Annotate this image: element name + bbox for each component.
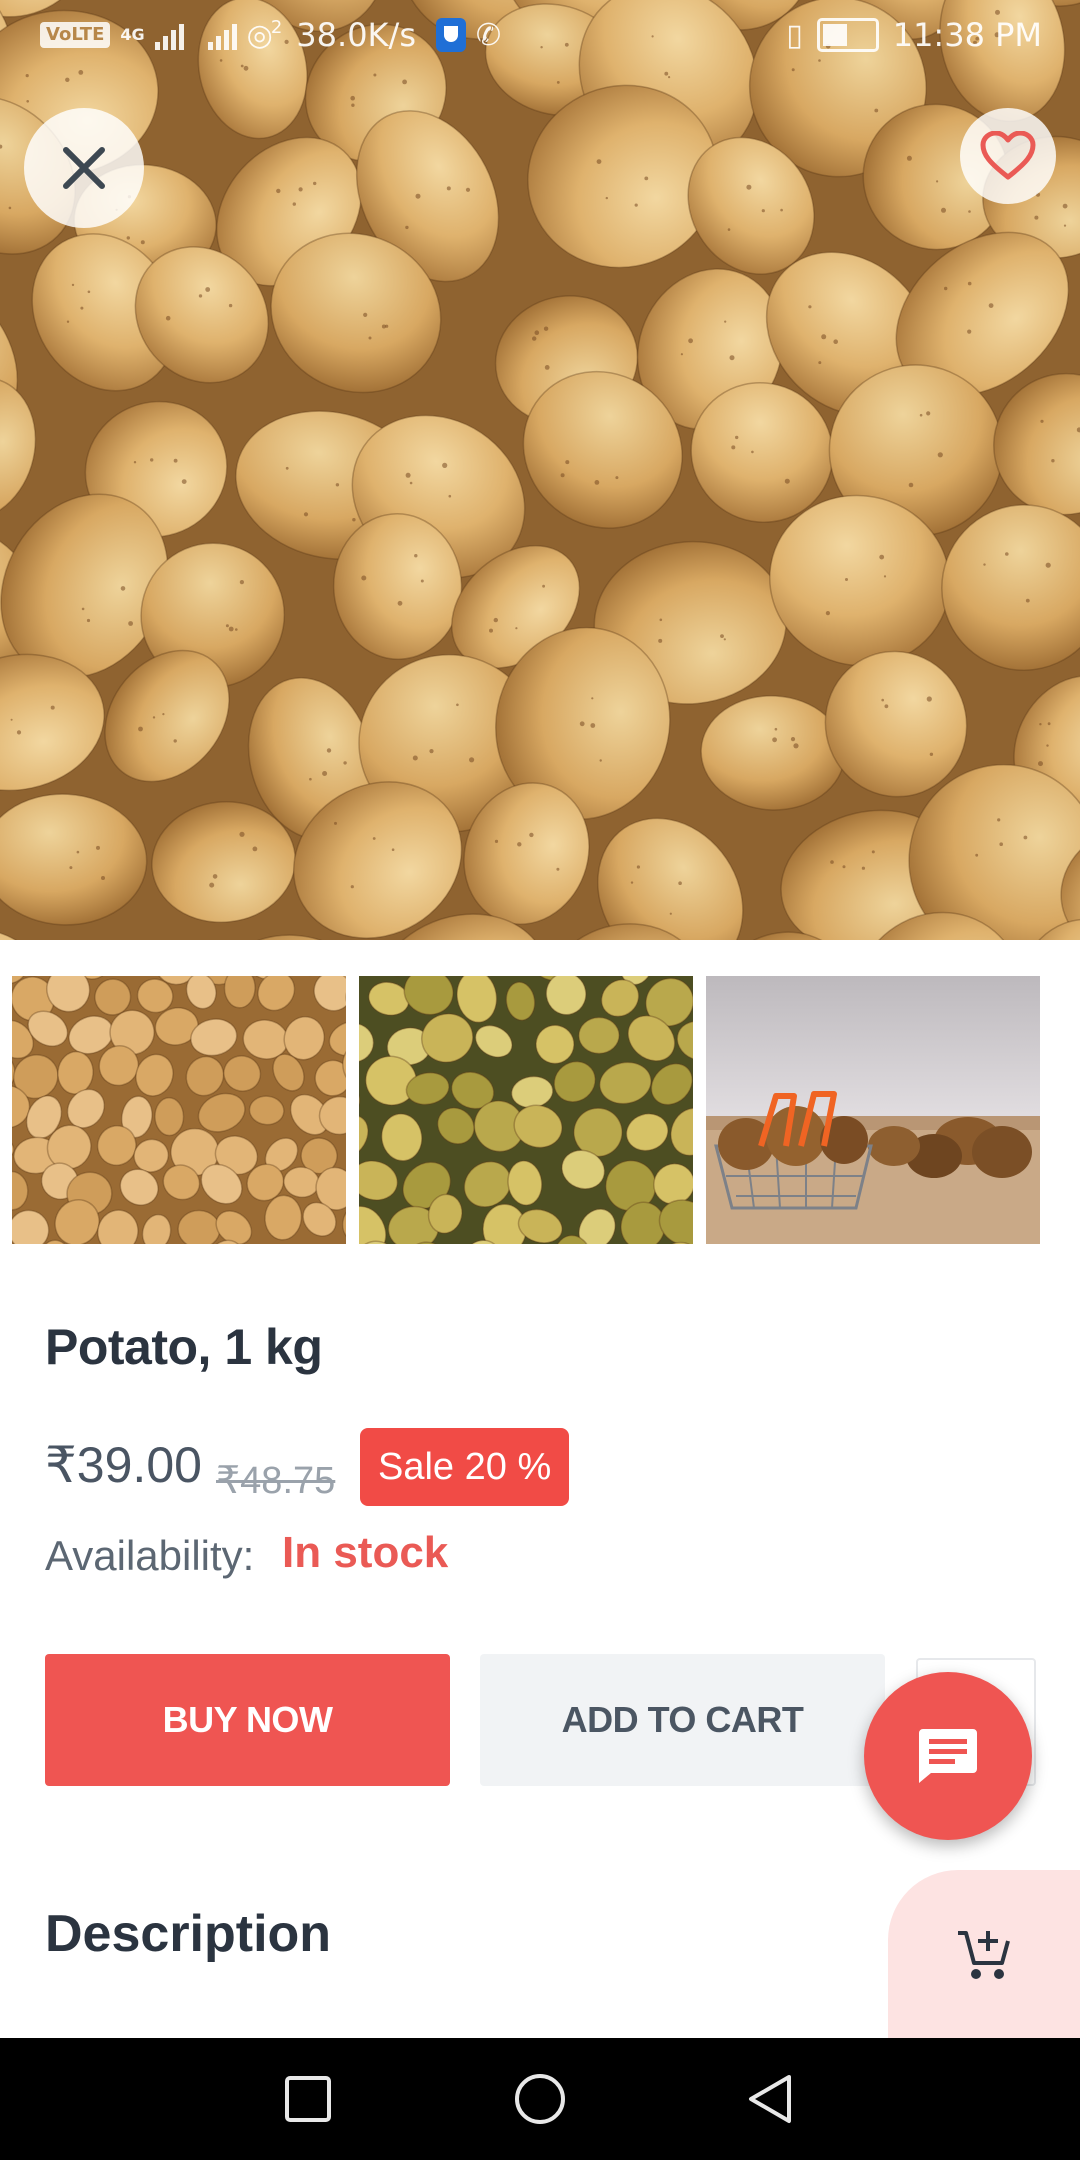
close-button[interactable] [24,108,144,228]
chat-button[interactable] [864,1672,1032,1840]
thumbnail-potatoes-yellow [12,976,346,1244]
chat-icon [919,1729,977,1783]
add-to-cart-button[interactable]: ADD TO CART [480,1654,885,1786]
product-price: ₹39.00 [45,1437,202,1493]
system-nav-bar [0,2038,1080,2160]
thumbnail-1[interactable] [12,976,346,1244]
sale-badge: Sale 20 % [360,1428,570,1506]
vibrate-icon: ▯ [786,17,803,53]
back-triangle-icon [749,2075,791,2123]
description-heading: Description [45,1905,332,1963]
home-button[interactable] [480,2038,600,2160]
network-type: 4G [120,25,145,44]
hotspot-icon: ◎ [246,17,273,53]
network-speed: 38.0K/s [296,16,416,54]
recents-button[interactable] [248,2038,368,2160]
clock: 11:38 PM [892,16,1042,54]
floating-cart-button[interactable] [888,1870,1080,2040]
favorite-button[interactable] [960,108,1056,204]
home-circle-icon [515,2074,565,2124]
status-bar: VoLTE 4G ◎ 2 38.0K/s ✆ ▯ 11:38 PM [0,0,1080,72]
signal-icon [154,20,184,50]
thumbnail-potatoes-basket [706,976,1040,1244]
close-icon [63,147,105,189]
thumbnail-3[interactable] [706,976,1040,1244]
whatsapp-icon: ✆ [475,17,502,53]
product-old-price: ₹48.75 [216,1460,336,1502]
availability-status: In stock [282,1528,449,1577]
hero-potatoes-image [0,0,1080,940]
product-title: Potato, 1 kg [45,1319,323,1375]
signal-icon-2 [207,20,237,50]
recents-square-icon [285,2076,331,2122]
cart-add-icon [958,1931,1010,1979]
hotspot-count: 2 [270,16,283,38]
shield-icon [435,18,466,52]
thumbnail-potatoes-green [359,976,693,1244]
product-hero-image[interactable]: VoLTE 4G ◎ 2 38.0K/s ✆ ▯ 11:38 PM [0,0,1080,940]
heart-outline-icon [980,131,1036,180]
volte-icon: VoLTE [40,22,111,48]
thumbnail-gallery [12,976,1072,1244]
thumbnail-2[interactable] [359,976,693,1244]
buy-now-button[interactable]: BUY NOW [45,1654,450,1786]
back-button[interactable] [710,2038,830,2160]
availability-label: Availability: [45,1532,255,1579]
battery-icon [816,18,879,52]
